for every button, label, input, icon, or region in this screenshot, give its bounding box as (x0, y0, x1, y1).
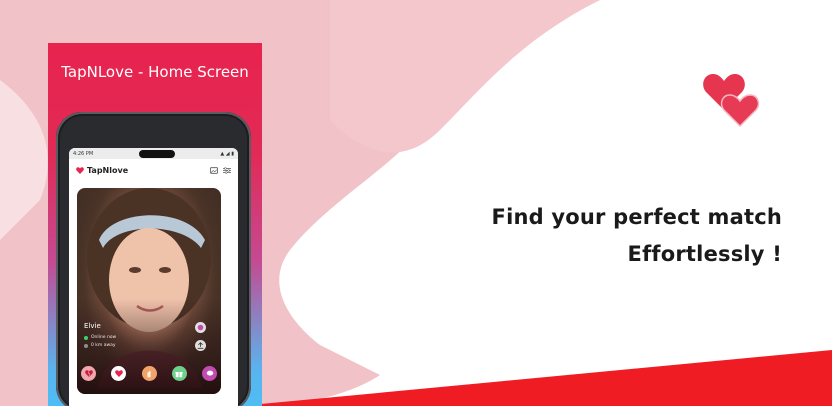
camera-notch (138, 149, 175, 158)
chat-icon (206, 370, 213, 376)
phone-mockup: 4:26 PM ▲ ◢ ▮ TapNlove Elvie Online now … (56, 112, 251, 406)
dislike-button[interactable] (81, 366, 96, 381)
brand: TapNlove (76, 166, 128, 175)
phone-screen: 4:26 PM ▲ ◢ ▮ TapNlove Elvie Online now … (69, 148, 238, 406)
profile-name: Elvie (84, 322, 101, 330)
tagline-line-2: Effortlessly ! (627, 242, 782, 266)
online-dot (84, 335, 88, 340)
upload-button[interactable] (195, 340, 206, 351)
like-heart-icon (114, 370, 123, 377)
image-icon[interactable] (210, 166, 218, 174)
gift-icon (175, 371, 183, 377)
profile-card[interactable]: Elvie Online now 0 km away (77, 188, 221, 394)
pink-wave-top (330, 0, 600, 153)
status-time: 4:26 PM (73, 150, 94, 157)
online-status: Online now (84, 335, 116, 340)
app-name: TapNlove (87, 165, 129, 175)
pinch-button[interactable] (141, 366, 157, 381)
gift-button[interactable] (171, 366, 187, 381)
heart-icon (76, 166, 84, 174)
action-bar (81, 366, 217, 381)
distance-dot (84, 343, 88, 348)
message-button[interactable] (202, 366, 217, 381)
chat-side-button[interactable] (195, 322, 206, 333)
status-bar: 4:26 PM ▲ ◢ ▮ (69, 148, 238, 159)
pinch-icon (147, 370, 151, 377)
tagline-line-1: Find your perfect match (491, 205, 782, 229)
broken-heart-icon (84, 370, 93, 377)
like-button[interactable] (111, 366, 127, 381)
app-header: TapNlove (69, 159, 238, 181)
panel-title: TapNLove - Home Screen (61, 63, 249, 81)
status-icons: ▲ ◢ ▮ (220, 150, 234, 157)
upload-icon (197, 342, 204, 349)
chat-icon (197, 324, 204, 331)
filter-icon[interactable] (223, 166, 231, 174)
distance-status: 0 km away (84, 343, 116, 348)
hearts-logo-icon (703, 74, 760, 128)
online-text: Online now (91, 335, 117, 340)
distance-text: 0 km away (91, 343, 116, 348)
